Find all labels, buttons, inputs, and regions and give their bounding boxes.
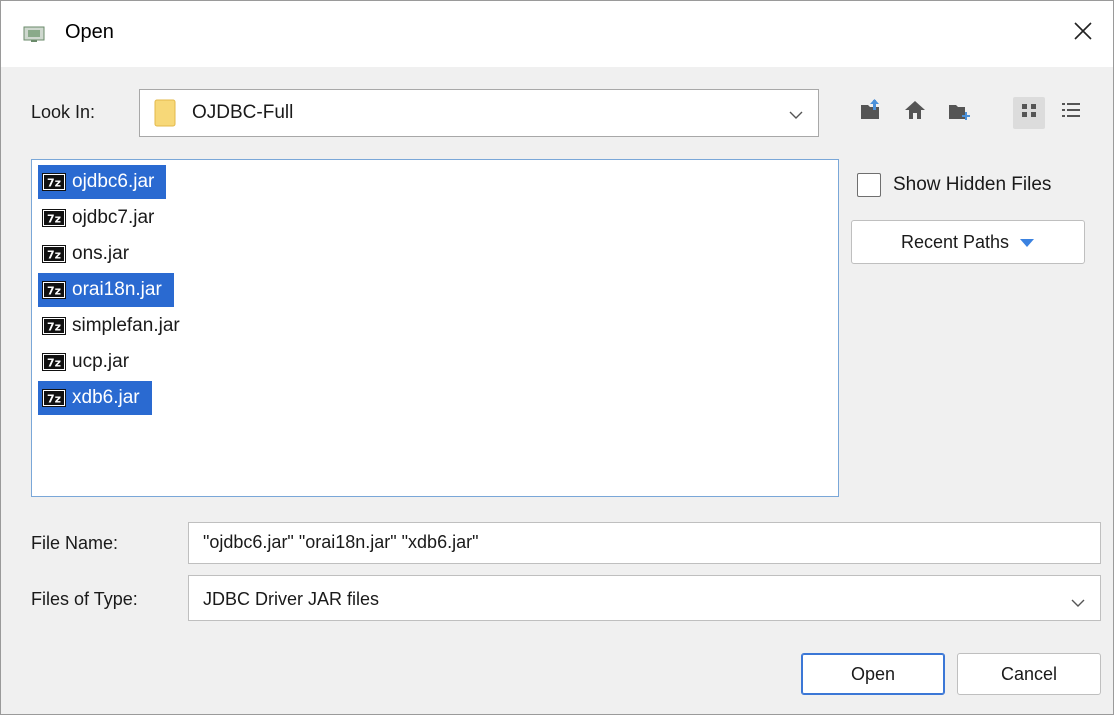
file-item[interactable]: 7z xdb6.jar (38, 381, 152, 415)
chevron-down-icon (788, 106, 804, 120)
archive-icon: 7z (42, 281, 66, 299)
details-view-button[interactable] (1055, 97, 1087, 129)
window-title: Open (65, 21, 114, 43)
file-name-input[interactable]: "ojdbc6.jar" "orai18n.jar" "xdb6.jar" (188, 522, 1101, 564)
svg-text:7z: 7z (47, 213, 61, 226)
archive-icon: 7z (42, 245, 66, 263)
file-name: ons.jar (72, 243, 130, 264)
file-item[interactable]: 7z orai18n.jar (38, 273, 174, 307)
file-item[interactable]: 7z ojdbc6.jar (38, 165, 167, 199)
svg-text:7z: 7z (47, 393, 61, 406)
title-bar: Open (1, 1, 1113, 67)
file-item[interactable]: 7z simplefan.jar (38, 309, 192, 343)
file-type-select[interactable]: JDBC Driver JAR files (188, 575, 1101, 621)
svg-text:7z: 7z (47, 357, 61, 370)
cancel-button[interactable]: Cancel (957, 653, 1101, 695)
recent-paths-label: Recent Paths (900, 231, 1010, 252)
show-hidden-files-label: Show Hidden Files (893, 174, 1052, 195)
file-name: orai18n.jar (72, 279, 162, 300)
svg-text:7z: 7z (47, 285, 61, 298)
close-button[interactable] (1053, 1, 1113, 67)
open-button[interactable]: Open (801, 653, 945, 695)
folder-icon (154, 98, 176, 128)
file-name-label: File Name: (31, 533, 119, 553)
file-list[interactable]: 7z ojdbc6.jar 7z ojdbc7.jar 7z ons.jar 7… (31, 159, 839, 497)
archive-icon: 7z (42, 353, 66, 371)
caret-down-icon (1009, 232, 1035, 253)
svg-text:7z: 7z (47, 249, 61, 262)
up-one-level-icon (859, 99, 883, 127)
look-in-label: Look In: (31, 102, 96, 122)
file-item[interactable]: 7z ucp.jar (38, 345, 141, 379)
archive-icon: 7z (42, 173, 66, 191)
look-in-value: OJDBC-Full (192, 102, 294, 123)
close-icon (1073, 21, 1093, 47)
file-name: ojdbc7.jar (72, 207, 155, 228)
svg-text:7z: 7z (47, 321, 61, 334)
chevron-down-icon (1070, 593, 1086, 614)
file-name: simplefan.jar (72, 315, 180, 336)
list-view-icon (1021, 102, 1037, 124)
file-item[interactable]: 7z ons.jar (38, 237, 141, 271)
file-name: ucp.jar (72, 351, 130, 372)
archive-icon: 7z (42, 317, 66, 335)
svg-text:7z: 7z (47, 177, 61, 190)
home-button[interactable] (899, 97, 931, 129)
show-hidden-files-checkbox[interactable]: Show Hidden Files (857, 173, 1051, 197)
list-view-button[interactable] (1013, 97, 1045, 129)
new-folder-button[interactable] (943, 97, 975, 129)
archive-icon: 7z (42, 389, 66, 407)
file-name: xdb6.jar (72, 387, 140, 408)
up-one-level-button[interactable] (855, 97, 887, 129)
file-type-value: JDBC Driver JAR files (203, 589, 380, 609)
file-name: ojdbc6.jar (72, 171, 155, 192)
app-icon (23, 25, 45, 43)
recent-paths-button[interactable]: Recent Paths (851, 220, 1085, 264)
checkbox-box[interactable] (857, 173, 881, 197)
new-folder-icon (947, 99, 971, 127)
look-in-combo[interactable]: OJDBC-Full (139, 89, 819, 137)
details-view-icon (1061, 101, 1081, 125)
file-type-label: Files of Type: (31, 589, 138, 609)
home-icon (904, 99, 926, 127)
open-dialog: Open Look In: OJDBC-Full 7z ojdbc6.jar 7… (0, 0, 1114, 715)
file-item[interactable]: 7z ojdbc7.jar (38, 201, 166, 235)
archive-icon: 7z (42, 209, 66, 227)
